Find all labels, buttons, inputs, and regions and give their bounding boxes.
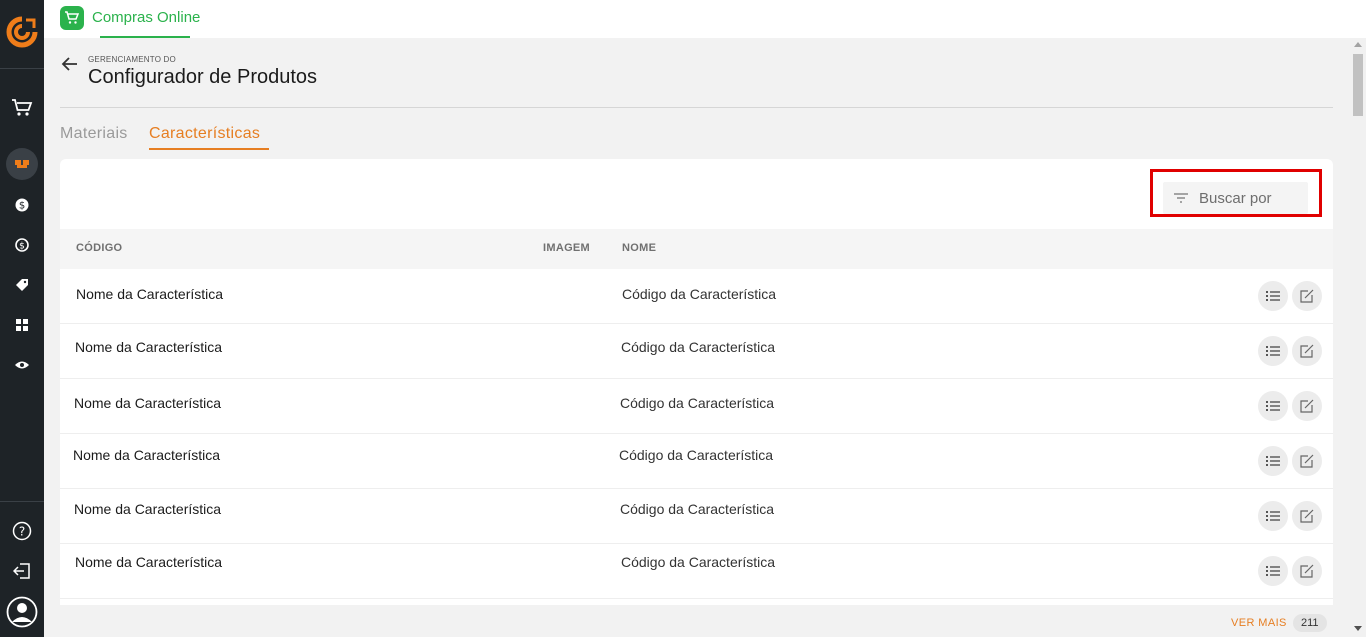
list-view-button[interactable] [1258,336,1288,366]
header-divider [60,107,1333,108]
table-row[interactable]: Nome da Característica Código da Caracter… [60,324,1333,379]
scroll-up-arrow-icon[interactable] [1354,42,1362,47]
svg-text:$: $ [19,242,25,252]
page-overline: GERENCIAMENTO DO [88,55,176,64]
column-header-codigo[interactable]: CÓDIGO [76,242,122,254]
cell-characteristic-code: Código da Característica [621,339,776,355]
company-logo[interactable] [6,16,38,48]
column-header-nome[interactable]: NOME [622,242,656,254]
edit-button[interactable] [1292,391,1322,421]
list-view-button[interactable] [1258,391,1288,421]
cell-characteristic-name: Nome da Característica [76,286,224,302]
edit-icon [1300,344,1314,358]
cell-characteristic-code: Código da Característica [622,286,777,302]
active-tab-underline [149,148,269,150]
cell-characteristic-name: Nome da Característica [75,554,223,570]
characteristics-table-card: Buscar por CÓDIGO IMAGEM NOME Nome da Ca… [60,159,1333,637]
dollar-icon[interactable]: $ [10,193,34,217]
list-icon [1266,511,1280,521]
edit-button[interactable] [1292,556,1322,586]
help-icon[interactable]: ? [10,519,34,543]
edit-button[interactable] [1292,501,1322,531]
edit-icon [1300,509,1314,523]
cell-characteristic-name: Nome da Característica [75,339,223,355]
search-placeholder: Buscar por [1199,189,1272,207]
total-count-badge: 211 [1293,614,1327,632]
table-header: CÓDIGO IMAGEM NOME [60,229,1333,269]
scroll-down-arrow-icon[interactable] [1354,626,1362,631]
sidebar: $ $ ? [0,0,44,637]
search-input[interactable]: Buscar por [1163,182,1308,214]
svg-text:$: $ [19,201,25,212]
edit-icon [1300,289,1314,303]
tag-icon[interactable] [10,273,34,297]
list-view-button[interactable] [1258,281,1288,311]
list-icon [1266,291,1280,301]
svg-text:?: ? [19,525,25,539]
list-icon [1266,566,1280,576]
edit-button[interactable] [1292,336,1322,366]
list-icon [1266,346,1280,356]
cell-characteristic-code: Código da Característica [620,395,775,411]
sidebar-divider [0,501,44,502]
scroll-thumb[interactable] [1353,54,1363,116]
table-row[interactable]: Nome da Característica Código da Caracter… [60,379,1333,434]
table-footer: VER MAIS 211 [60,605,1333,637]
eye-icon[interactable] [10,353,34,377]
product-config-icon[interactable] [10,152,34,176]
cell-characteristic-name: Nome da Característica [74,395,222,411]
search-highlight-frame: Buscar por [1150,169,1322,217]
cell-characteristic-code: Código da Característica [621,554,776,570]
list-view-button[interactable] [1258,446,1288,476]
sidebar-divider [0,68,44,69]
edit-icon [1300,399,1314,413]
cell-characteristic-code: Código da Característica [620,501,775,517]
filter-icon [1174,193,1188,203]
top-bar: Compras Online [44,0,1366,38]
list-view-button[interactable] [1258,556,1288,586]
column-header-imagem[interactable]: IMAGEM [543,242,590,254]
cell-characteristic-name: Nome da Característica [73,447,221,463]
cell-characteristic-code: Código da Característica [619,447,774,463]
exchange-icon[interactable]: $ [10,233,34,257]
back-arrow-icon[interactable] [61,55,79,73]
page-title: Configurador de Produtos [88,66,318,88]
page-scrollbar[interactable] [1350,38,1366,637]
cart-icon[interactable] [10,96,34,120]
table-row[interactable]: Nome da Característica Código da Caracter… [60,434,1333,489]
app-tab-label: Compras Online [92,9,201,26]
logout-icon[interactable] [10,559,34,583]
table-row[interactable]: Nome da Característica Código da Caracter… [60,269,1333,324]
edit-icon [1300,564,1314,578]
tab-materiais[interactable]: Materiais [60,125,128,143]
ver-mais-link[interactable]: VER MAIS [1231,617,1287,629]
list-icon [1266,401,1280,411]
list-icon [1266,456,1280,466]
edit-icon [1300,454,1314,468]
app-tab-compras-online[interactable]: Compras Online [60,6,200,38]
main-content: GERENCIAMENTO DO Configurador de Produto… [44,38,1350,637]
shopping-cart-icon [60,6,84,30]
table-row[interactable]: Nome da Característica Código da Caracter… [60,489,1333,544]
user-avatar-icon[interactable] [6,596,38,628]
edit-button[interactable] [1292,281,1322,311]
edit-button[interactable] [1292,446,1322,476]
tab-caracteristicas[interactable]: Características [149,125,260,143]
cell-characteristic-name: Nome da Característica [74,501,222,517]
list-view-button[interactable] [1258,501,1288,531]
table-row[interactable]: Nome da Característica Código da Caracter… [60,544,1333,599]
grid-icon[interactable] [10,313,34,337]
